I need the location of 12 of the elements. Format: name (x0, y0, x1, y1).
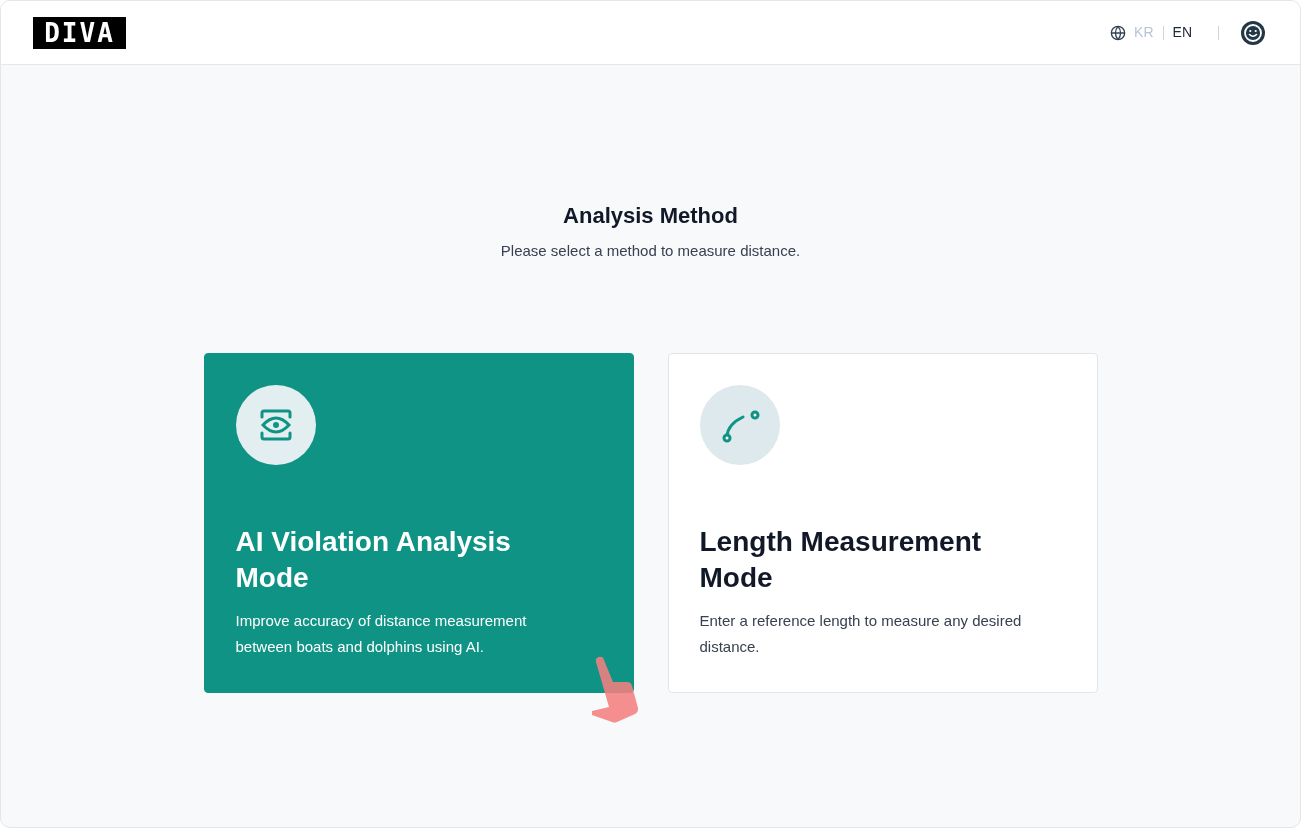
smiley-avatar-icon[interactable] (1241, 20, 1265, 45)
page-subtitle: Please select a method to measure distance. (500, 241, 801, 261)
mode-card[interactable]: AI Violation Analysis Mode Improve accuracy of distance measurement between boats and dolphins using AI. (203, 352, 634, 693)
mode-card[interactable]: Length Measurement Mode Enter a reference length to measure any desired distance. (667, 352, 1098, 693)
page-title: Analysis Method (563, 202, 738, 230)
card-description: Improve accuracy of distance measurement between boats and dolphins using AI. (235, 610, 528, 657)
logo[interactable]: DIVA (33, 16, 126, 49)
card-title: Length Measurement Mode (699, 524, 983, 595)
card-description: Enter a reference length to measure any desired distance. (699, 610, 1023, 657)
language-tab[interactable]: EN (1172, 22, 1192, 43)
globe-icon[interactable] (1110, 24, 1127, 41)
card-title: AI Violation Analysis Mode (235, 524, 512, 595)
